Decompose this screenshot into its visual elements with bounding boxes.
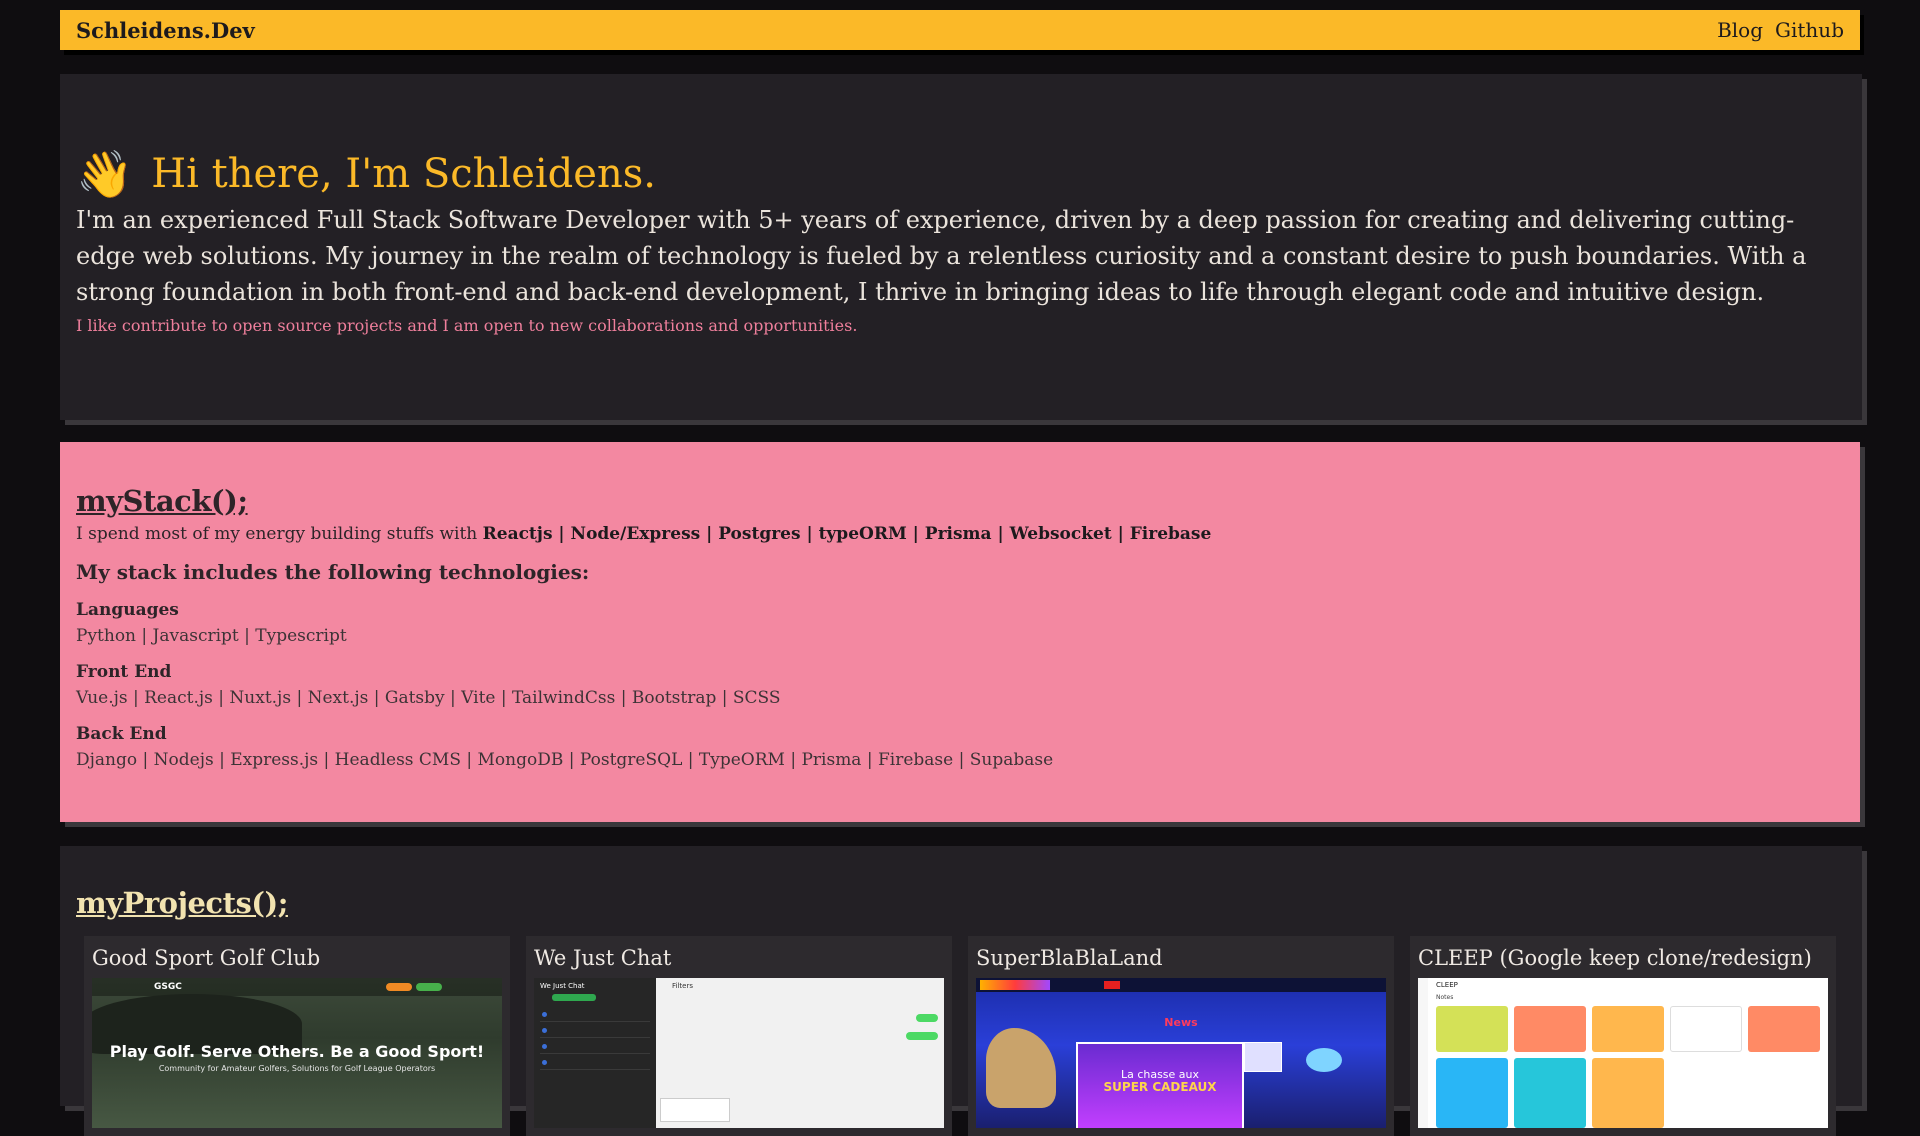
thumb-section-label: Notes [1436,994,1454,1001]
thumb-dot [542,1028,547,1033]
stack-lead: I spend most of my energy building stuff… [76,524,1844,544]
nav-github-link[interactable]: Github [1775,18,1844,42]
nav-links: Blog Github [1717,18,1844,42]
project-card-chat[interactable]: We Just Chat We Just Chat Filters [526,936,952,1136]
thumb-note [1592,1006,1664,1052]
thumb-note [1670,1006,1742,1052]
project-cards: Good Sport Golf Club GSGC Play Golf. Ser… [76,936,1846,1136]
stack-lead-text: I spend most of my energy building stuff… [76,524,478,544]
project-screenshot[interactable]: We Just Chat Filters [534,978,944,1128]
project-title: SuperBlaBlaLand [976,946,1163,970]
thumb-note [1592,1058,1664,1128]
thumb-news-title: News [1164,1016,1198,1029]
project-screenshot[interactable]: CLEEP Notes [1418,978,1828,1128]
thumb-input [660,1098,730,1122]
category-items: Django | Nodejs | Express.js | Headless … [76,750,1054,770]
thumb-sidebar-title: We Just Chat [540,982,585,990]
stack-category-backend: Back End Django | Nodejs | Express.js | … [76,724,1844,770]
project-card-superblablaland[interactable]: SuperBlaBlaLand News La chasse aux SUPER… [968,936,1394,1136]
thumb-note [1436,1006,1508,1052]
stack-heading: My stack includes the following technolo… [76,560,590,584]
hero-heading: 👋 Hi there, I'm Schleidens. [76,146,1846,202]
category-items: Python | Javascript | Typescript [76,626,347,646]
stack-highlight: Reactjs | Node/Express | Postgres | type… [482,524,1212,544]
project-title: CLEEP (Google keep clone/redesign) [1418,946,1812,970]
thumb-rock-shape [986,1028,1056,1108]
thumb-mini-card [1244,1042,1282,1072]
thumb-nav-badge [1104,981,1120,989]
thumb-dot [542,1060,547,1065]
thumb-banner-text-2: SUPER CADEAUX [1103,1080,1217,1094]
stack-category-languages: Languages Python | Javascript | Typescri… [76,600,1844,646]
thumb-sidebar: We Just Chat [534,978,656,1128]
thumb-chat-main: Filters [656,978,944,1128]
thumb-note [1514,1058,1586,1128]
stack-category-frontend: Front End Vue.js | React.js | Nuxt.js | … [76,662,1844,708]
nav-blog-link[interactable]: Blog [1717,18,1763,42]
projects-section: myProjects(); Good Sport Golf Club GSGC … [60,846,1862,1136]
thumb-bubble [906,1032,938,1040]
waving-hand-icon: 👋 [76,146,134,201]
hero-collab-note: I like contribute to open source project… [76,316,858,335]
thumb-app-title: CLEEP [1436,981,1458,989]
thumb-new-chat-button [552,994,596,1001]
thumb-sidebar [1418,978,1428,1128]
hero-title: Hi there, I'm Schleidens. [151,151,656,197]
hero-section: 👋 Hi there, I'm Schleidens. I'm an exper… [60,74,1862,420]
thumb-subheadline: Community for Amateur Golfers, Solutions… [158,1064,436,1073]
project-card-cleep[interactable]: CLEEP (Google keep clone/redesign) CLEEP… [1410,936,1836,1136]
thumb-banner: La chasse aux SUPER CADEAUX [1076,1042,1244,1128]
thumb-note [1748,1006,1820,1052]
project-title: We Just Chat [534,946,672,970]
category-items: Vue.js | React.js | Nuxt.js | Next.js | … [76,688,781,708]
thumb-logo [980,980,1050,990]
stack-title: myStack(); [76,484,248,518]
thumb-chat-row [540,1040,650,1054]
thumb-dot [542,1044,547,1049]
brand-link[interactable]: Schleidens.Dev [76,18,255,43]
navbar: Schleidens.Dev Blog Github [60,10,1860,50]
stack-section: myStack(); I spend most of my energy bui… [60,442,1860,822]
category-title: Languages [76,600,179,620]
thumb-note [1514,1006,1586,1052]
thumb-bubble [916,1014,938,1022]
project-card-golf[interactable]: Good Sport Golf Club GSGC Play Golf. Ser… [84,936,510,1136]
category-title: Back End [76,724,167,744]
thumb-logo: GSGC [154,982,182,992]
thumb-chat-row [540,1008,650,1022]
hero-intro: I'm an experienced Full Stack Software D… [76,206,1807,306]
thumb-fish-shape [1306,1048,1342,1072]
thumb-signup-pill [416,983,442,991]
thumb-chat-row [540,1024,650,1038]
project-title: Good Sport Golf Club [92,946,321,970]
thumb-login-pill [386,983,412,991]
thumb-dot [542,1012,547,1017]
projects-title: myProjects(); [76,886,288,920]
thumb-chat-row [540,1056,650,1070]
project-screenshot[interactable]: GSGC Play Golf. Serve Others. Be a Good … [92,978,502,1128]
thumb-main-title: Filters [672,982,693,990]
thumb-headline: Play Golf. Serve Others. Be a Good Sport… [109,1042,485,1061]
category-title: Front End [76,662,172,682]
project-screenshot[interactable]: News La chasse aux SUPER CADEAUX [976,978,1386,1128]
thumb-note [1436,1058,1508,1128]
